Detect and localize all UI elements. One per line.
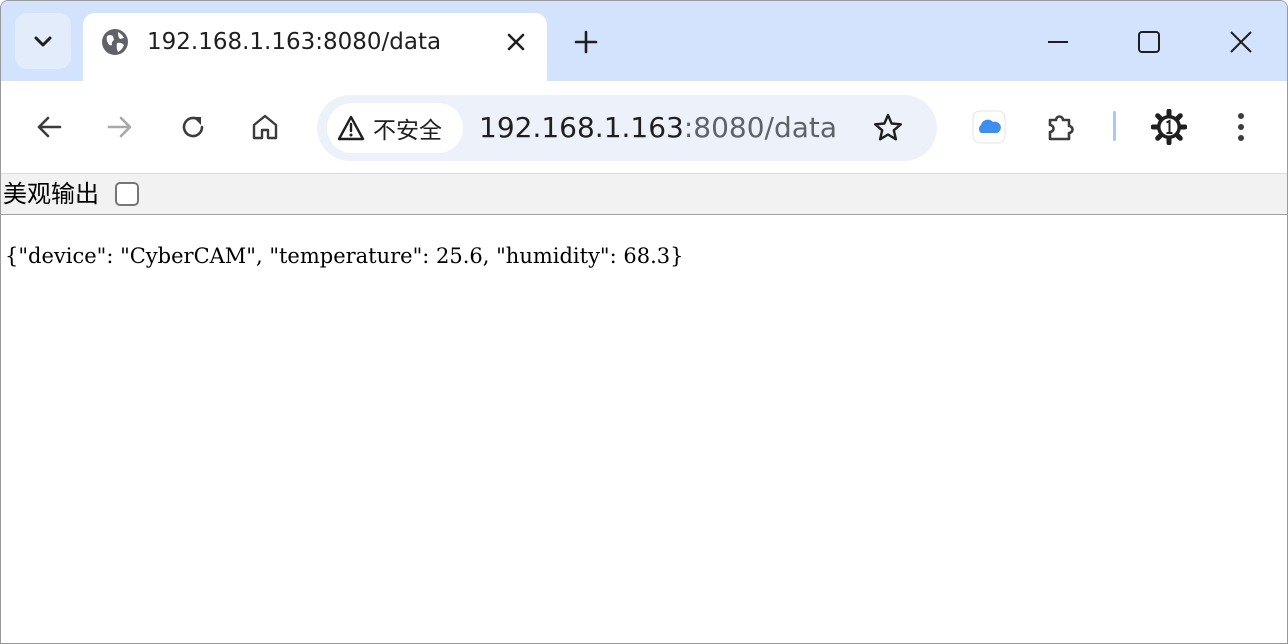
star-icon xyxy=(874,113,902,141)
tab-search-button[interactable] xyxy=(15,13,71,69)
home-button[interactable] xyxy=(243,105,287,149)
maximize-icon xyxy=(1138,31,1160,53)
pretty-print-checkbox[interactable] xyxy=(115,182,139,206)
menu-button[interactable] xyxy=(1219,105,1263,149)
omnibox[interactable]: 不安全 192.168.1.163:8080/data xyxy=(317,95,937,161)
tab-strip: 192.168.1.163:8080/data xyxy=(1,1,1287,81)
url-host: 192.168.1.163 xyxy=(479,111,684,144)
arrow-left-icon xyxy=(37,116,62,138)
close-window-button[interactable] xyxy=(1218,19,1264,65)
maximize-button[interactable] xyxy=(1126,19,1172,65)
url-text[interactable]: 192.168.1.163:8080/data xyxy=(479,111,837,145)
gear-icon xyxy=(1151,109,1187,145)
plus-icon xyxy=(574,30,598,54)
minimize-button[interactable] xyxy=(1035,19,1081,65)
warning-triangle-icon xyxy=(337,115,365,141)
arrow-right-icon xyxy=(107,116,132,138)
chevron-down-icon xyxy=(34,36,52,47)
icloud-extension-button[interactable] xyxy=(967,105,1011,149)
back-button[interactable] xyxy=(27,105,71,149)
forward-button[interactable] xyxy=(98,105,142,149)
browser-window: 192.168.1.163:8080/data 不安全 192.168.1.16… xyxy=(0,0,1288,644)
reload-button[interactable] xyxy=(171,105,215,149)
pretty-print-bar: 美观输出 xyxy=(1,173,1287,215)
toolbar: 不安全 192.168.1.163:8080/data xyxy=(1,81,1287,173)
home-icon xyxy=(252,114,278,140)
close-icon xyxy=(507,33,525,51)
json-content: {"device": "CyberCAM", "temperature": 25… xyxy=(5,244,684,268)
reload-icon xyxy=(182,116,204,138)
security-label: 不安全 xyxy=(373,118,442,144)
tab-active[interactable]: 192.168.1.163:8080/data xyxy=(83,13,547,81)
toolbar-divider xyxy=(1113,111,1116,141)
close-icon xyxy=(1230,31,1252,53)
url-path: :8080/data xyxy=(683,111,838,144)
security-chip[interactable]: 不安全 xyxy=(327,103,463,153)
cloud-icon xyxy=(972,110,1006,144)
pretty-print-label: 美观输出 xyxy=(3,180,99,208)
bookmark-button[interactable] xyxy=(865,105,911,151)
settings-extension-button[interactable] xyxy=(1147,105,1191,149)
extensions-button[interactable] xyxy=(1039,105,1083,149)
tab-title: 192.168.1.163:8080/data xyxy=(147,29,442,55)
new-tab-button[interactable] xyxy=(567,23,605,61)
minimize-icon xyxy=(1048,41,1068,43)
globe-icon xyxy=(102,29,128,55)
puzzle-icon xyxy=(1048,115,1074,141)
more-vertical-icon xyxy=(1238,113,1244,141)
tab-close-button[interactable] xyxy=(501,27,531,57)
